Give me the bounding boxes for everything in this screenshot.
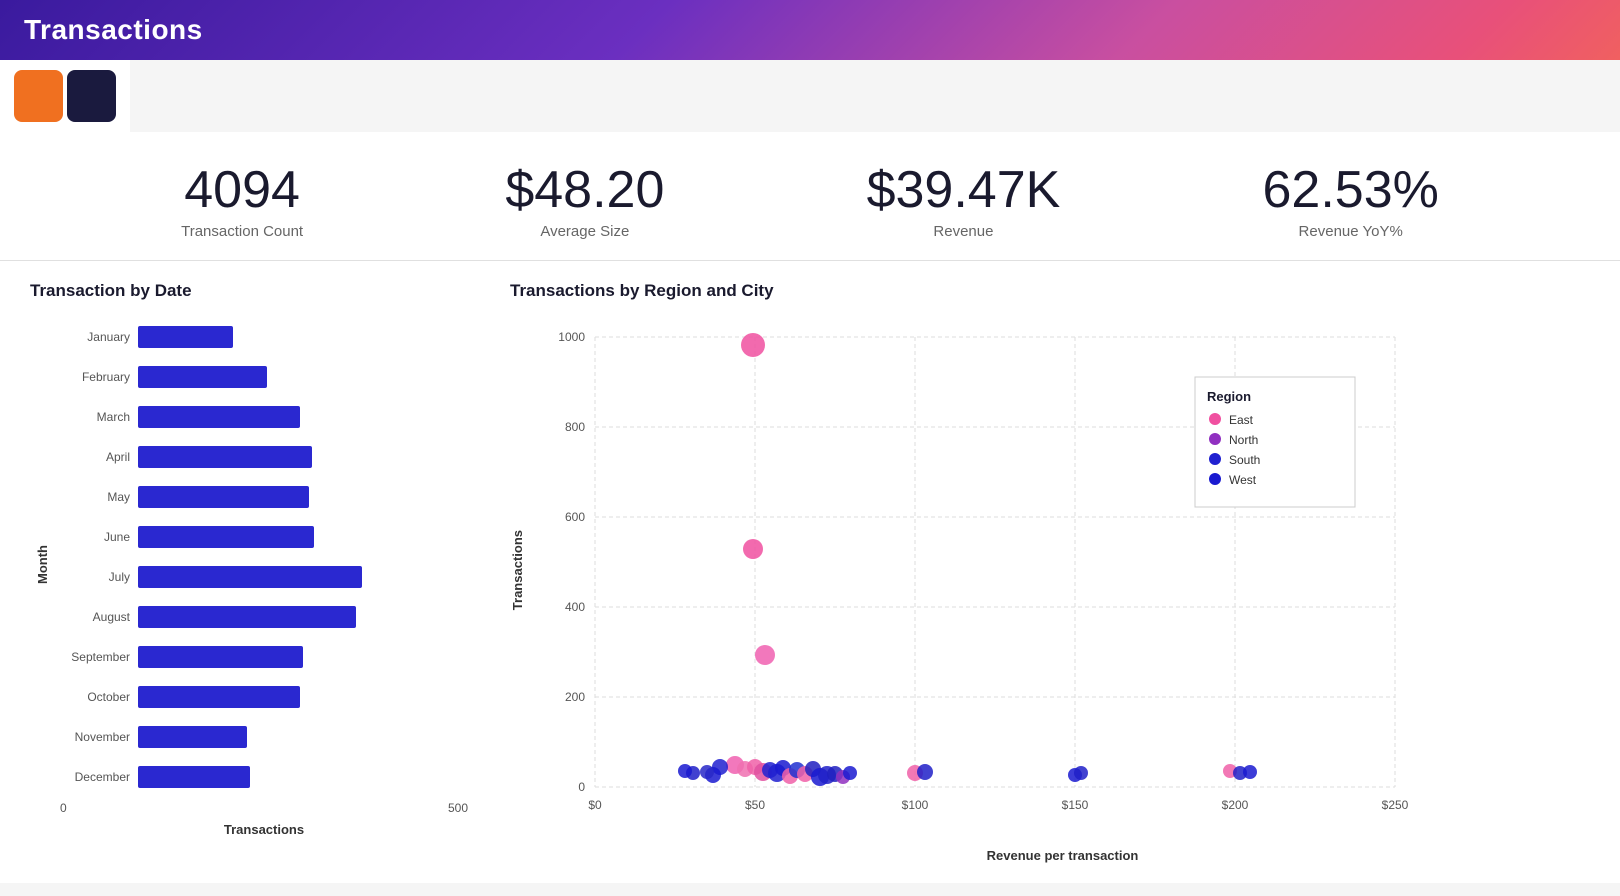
scatter-dots <box>678 333 1257 786</box>
bar-fill <box>138 726 247 748</box>
bar-fill <box>138 566 362 588</box>
logo-dark <box>67 70 116 122</box>
scatter-chart-section: Transactions by Region and City Transact… <box>510 281 1590 863</box>
bar-fill <box>138 686 300 708</box>
scatter-dot <box>755 645 775 665</box>
svg-text:$200: $200 <box>1222 798 1249 812</box>
svg-text:400: 400 <box>565 600 585 614</box>
bar-row: June <box>58 517 470 557</box>
bar-row: January <box>58 317 470 357</box>
scatter-dot <box>678 764 692 778</box>
bar-chart-rows: January February March April May June July Augu… <box>58 317 470 797</box>
scatter-dot <box>917 764 933 780</box>
bar-row: August <box>58 597 470 637</box>
logo-area <box>0 60 130 132</box>
scatter-plot-area: .grid-line { stroke: #ddd; stroke-width:… <box>535 317 1590 863</box>
bar-month-label: January <box>58 330 138 344</box>
scatter-x-axis-title: Revenue per transaction <box>535 848 1590 863</box>
kpi-transaction-count: 4094 Transaction Count <box>181 162 303 240</box>
logo-orange <box>14 70 63 122</box>
svg-text:South: South <box>1229 453 1260 467</box>
kpi-average-size-label: Average Size <box>505 223 664 240</box>
bar-month-label: September <box>58 650 138 664</box>
svg-text:0: 0 <box>578 780 585 794</box>
svg-text:$50: $50 <box>745 798 765 812</box>
bar-row: July <box>58 557 470 597</box>
bar-fill <box>138 766 250 788</box>
kpi-revenue: $39.47K Revenue <box>867 162 1061 240</box>
bar-fill <box>138 406 300 428</box>
charts-area: Transaction by Date Month January Februar… <box>0 261 1620 883</box>
bar-month-label: March <box>58 410 138 424</box>
bar-fill <box>138 326 233 348</box>
bar-month-label: June <box>58 530 138 544</box>
svg-text:800: 800 <box>565 420 585 434</box>
bar-row: November <box>58 717 470 757</box>
kpi-transaction-count-value: 4094 <box>181 162 303 219</box>
svg-text:East: East <box>1229 413 1254 427</box>
scatter-chart-title: Transactions by Region and City <box>510 281 1590 301</box>
scatter-dot <box>741 333 765 357</box>
svg-text:$150: $150 <box>1062 798 1089 812</box>
page-title: Transactions <box>24 14 203 46</box>
bar-row: March <box>58 397 470 437</box>
bar-row: May <box>58 477 470 517</box>
scatter-dot <box>1243 765 1257 779</box>
header: Transactions <box>0 0 1620 60</box>
bar-fill <box>138 526 314 548</box>
svg-text:Region: Region <box>1207 389 1251 404</box>
bar-month-label: April <box>58 450 138 464</box>
svg-text:1000: 1000 <box>558 330 585 344</box>
scatter-dot <box>743 539 763 559</box>
x-tick-0: 0 <box>60 801 67 815</box>
bar-month-label: August <box>58 610 138 624</box>
bar-month-label: February <box>58 370 138 384</box>
bar-month-label: December <box>58 770 138 784</box>
scatter-dot <box>1074 766 1088 780</box>
svg-text:200: 200 <box>565 690 585 704</box>
bar-fill <box>138 646 303 668</box>
kpi-revenue-yoy: 62.53% Revenue YoY% <box>1263 162 1439 240</box>
bar-row: February <box>58 357 470 397</box>
svg-text:West: West <box>1229 473 1257 487</box>
bar-chart-title: Transaction by Date <box>30 281 470 301</box>
svg-text:$0: $0 <box>588 798 602 812</box>
bar-chart-x-axis-title: Transactions <box>224 822 304 837</box>
kpi-revenue-yoy-label: Revenue YoY% <box>1263 223 1439 240</box>
bar-fill <box>138 606 356 628</box>
bar-month-label: November <box>58 730 138 744</box>
kpi-average-size: $48.20 Average Size <box>505 162 664 240</box>
svg-text:$100: $100 <box>902 798 929 812</box>
bar-fill <box>138 366 267 388</box>
svg-text:600: 600 <box>565 510 585 524</box>
kpi-transaction-count-label: Transaction Count <box>181 223 303 240</box>
bar-row: September <box>58 637 470 677</box>
kpi-average-size-value: $48.20 <box>505 162 664 219</box>
bar-row: April <box>58 437 470 477</box>
bar-chart-y-axis-title: Month <box>35 545 50 584</box>
bar-row: October <box>58 677 470 717</box>
kpi-revenue-label: Revenue <box>867 223 1061 240</box>
scatter-dot <box>700 765 714 779</box>
bar-month-label: May <box>58 490 138 504</box>
kpi-row: 4094 Transaction Count $48.20 Average Si… <box>0 132 1620 260</box>
x-tick-500: 500 <box>448 801 468 815</box>
bar-row: December <box>58 757 470 797</box>
scatter-y-axis-title: Transactions <box>510 530 525 610</box>
svg-text:$250: $250 <box>1382 798 1409 812</box>
bar-fill <box>138 446 312 468</box>
bar-chart-section: Transaction by Date Month January Februar… <box>30 281 470 863</box>
kpi-revenue-yoy-value: 62.53% <box>1263 162 1439 219</box>
bar-month-label: July <box>58 570 138 584</box>
kpi-revenue-value: $39.47K <box>867 162 1061 219</box>
bar-fill <box>138 486 309 508</box>
bar-month-label: October <box>58 690 138 704</box>
scatter-svg: .grid-line { stroke: #ddd; stroke-width:… <box>535 317 1435 837</box>
scatter-wrapper: Transactions .grid-line { stroke: #ddd; … <box>510 317 1590 863</box>
scatter-dot <box>843 766 857 780</box>
svg-text:North: North <box>1229 433 1258 447</box>
